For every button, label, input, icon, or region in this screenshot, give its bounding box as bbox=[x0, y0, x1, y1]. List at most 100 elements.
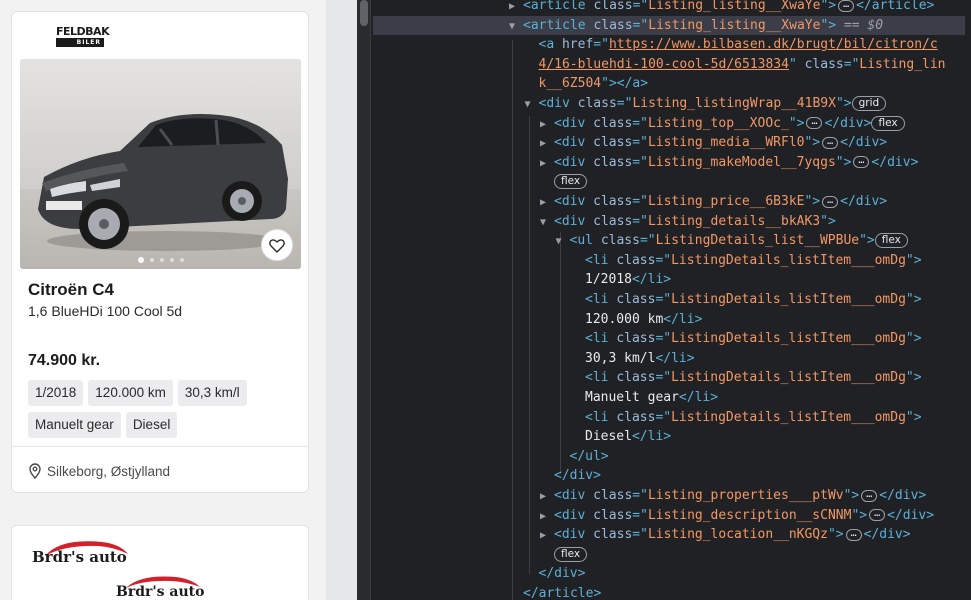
layout-badge[interactable]: flex bbox=[871, 115, 905, 131]
ellipsis-icon[interactable]: … bbox=[861, 489, 878, 502]
dom-node-line[interactable]: </article> bbox=[509, 584, 601, 600]
dom-node-line[interactable]: <li class="ListingDetails_listItem___omD… bbox=[571, 290, 922, 310]
ellipsis-icon[interactable]: … bbox=[869, 509, 886, 522]
code-token: class bbox=[593, 135, 633, 151]
dom-node-line[interactable]: <li class="ListingDetails_listItem___omD… bbox=[571, 368, 922, 388]
code-token: Listing_listingWrap__41B9X bbox=[632, 96, 836, 111]
expand-triangle-icon[interactable]: ▶ bbox=[540, 507, 554, 527]
dom-node-line[interactable]: </div> bbox=[540, 466, 601, 486]
carousel-dot[interactable] bbox=[137, 257, 144, 263]
carousel-dot[interactable] bbox=[179, 258, 184, 262]
car-make[interactable]: Citroën C4 bbox=[28, 280, 114, 300]
dom-node-line[interactable]: ▶ <div class="Listing_description__sCNNM"… bbox=[540, 506, 934, 526]
ellipsis-icon[interactable]: … bbox=[845, 528, 862, 541]
ellipsis-icon[interactable]: … bbox=[822, 195, 839, 208]
dom-node-line[interactable]: ▼ <div class="Listing_details__bkAK3"> bbox=[540, 212, 836, 232]
collapse-triangle-icon[interactable]: ▼ bbox=[525, 95, 539, 115]
code-token: "> bbox=[843, 488, 860, 503]
dom-node-line[interactable]: Manuelt gear</li> bbox=[571, 388, 718, 408]
layout-badge[interactable]: grid bbox=[851, 96, 887, 111]
listing-card-next[interactable]: Brdr's auto Brdr's auto bbox=[11, 525, 309, 600]
dom-node-line[interactable]: </div> bbox=[525, 564, 586, 584]
dom-node-line[interactable]: 30,3 km/l</li> bbox=[571, 349, 695, 369]
dom-node-line[interactable]: <li class="ListingDetails_listItem___omD… bbox=[571, 251, 922, 271]
code-token: =" bbox=[632, 507, 648, 523]
href-link[interactable]: https://www.bilbasen.dk/brugt/bil/citron… bbox=[609, 37, 938, 52]
favorite-button[interactable] bbox=[261, 229, 293, 261]
collapse-triangle-icon[interactable]: ▼ bbox=[540, 213, 554, 233]
code-token: =" bbox=[632, 213, 648, 229]
dom-node-line[interactable]: ▶ <div class="Listing_makeModel__7yqgs">…… bbox=[540, 153, 918, 173]
layout-badge[interactable]: flex bbox=[554, 546, 588, 562]
dealer-logo[interactable]: FELDBAK BILER bbox=[56, 26, 110, 50]
dom-node-line[interactable]: Diesel</li> bbox=[571, 427, 671, 447]
code-token: <article bbox=[523, 0, 594, 13]
code-token: 30,3 km/l bbox=[585, 350, 656, 366]
expand-triangle-icon[interactable]: ▶ bbox=[540, 193, 554, 213]
expand-triangle-icon[interactable]: ▶ bbox=[540, 154, 554, 174]
dom-node-line[interactable]: 4/16-bluehdi-100-cool-5d/6513834" class=… bbox=[525, 55, 946, 75]
code-token: <div bbox=[554, 488, 594, 503]
collapse-triangle-icon[interactable]: ▼ bbox=[556, 232, 570, 252]
layout-badge[interactable]: flex bbox=[554, 174, 588, 190]
devtools-scrollbar[interactable] bbox=[357, 0, 371, 600]
layout-badge[interactable]: flex bbox=[874, 233, 908, 249]
code-token: class bbox=[616, 252, 656, 268]
carousel-dot[interactable] bbox=[169, 258, 174, 262]
code-token: </div> bbox=[554, 468, 601, 484]
dom-node-line[interactable]: ▶ <div class="Listing_properties___ptWv">… bbox=[540, 486, 926, 506]
collapse-triangle-icon[interactable]: ▼ bbox=[509, 17, 523, 37]
car-photo[interactable] bbox=[20, 59, 301, 269]
ellipsis-icon[interactable]: … bbox=[822, 136, 839, 149]
expand-triangle-icon[interactable]: ▶ bbox=[540, 487, 554, 507]
devtools-elements-panel[interactable]: •• ▶<article class="Listing_listing__Xwa… bbox=[357, 0, 971, 600]
dom-node-line[interactable]: flex bbox=[540, 545, 588, 565]
code-token: </div> bbox=[840, 135, 888, 151]
code-token: =" bbox=[632, 115, 648, 131]
listing-card[interactable]: FELDBAK BILER Citroën C4 1,6 BlueHDi 100… bbox=[11, 11, 309, 493]
dom-node-line[interactable]: ▶ <article class="Listing_listing__XwaYe"… bbox=[509, 0, 934, 16]
code-token: <div bbox=[554, 115, 594, 131]
dom-node-line[interactable]: k__6Z504"></a> bbox=[525, 74, 649, 94]
code-token: "> bbox=[820, 17, 837, 33]
code-token: </div> bbox=[824, 115, 872, 131]
dom-node-line[interactable]: <a href="https://www.bilbasen.dk/brugt/b… bbox=[525, 35, 938, 55]
ellipsis-icon[interactable]: … bbox=[806, 117, 823, 130]
dom-node-line[interactable]: ▼ <ul class="ListingDetails_list__WPBUe">… bbox=[556, 231, 908, 251]
carousel-dot[interactable] bbox=[149, 258, 154, 262]
scrollbar-thumb[interactable] bbox=[360, 0, 368, 26]
dom-node-line[interactable]: flex bbox=[540, 172, 588, 192]
expand-triangle-icon[interactable]: ▶ bbox=[540, 134, 554, 154]
dom-node-line[interactable]: <li class="ListingDetails_listItem___omD… bbox=[571, 408, 922, 428]
code-token: <li bbox=[585, 252, 617, 268]
expand-triangle-icon[interactable]: ▶ bbox=[540, 115, 554, 135]
dom-node-line[interactable]: <li class="ListingDetails_listItem___omD… bbox=[571, 329, 922, 349]
dom-node-line[interactable]: ▶ <div class="Listing_media__WRFl0">… </di… bbox=[540, 133, 887, 153]
heart-icon bbox=[269, 238, 285, 253]
dom-node-line[interactable]: 120.000 km</li> bbox=[571, 310, 702, 330]
code-token: "> bbox=[820, 0, 837, 13]
code-token: <div bbox=[554, 213, 594, 229]
dom-node-line[interactable]: ▶ <div class="Listing_top__XOOc_">… </div>… bbox=[540, 114, 905, 134]
ellipsis-icon[interactable]: … bbox=[838, 0, 855, 12]
selected-node-marker: == $0 bbox=[836, 17, 884, 33]
dom-node-line[interactable]: ▼ <div class="Listing_listingWrap__41B9X"… bbox=[525, 94, 887, 114]
expand-triangle-icon[interactable]: ▶ bbox=[540, 526, 554, 546]
dom-node-selected[interactable]: ▼ <article class="Listing_listing__XwaYe"… bbox=[373, 15, 965, 37]
code-token: =" bbox=[632, 135, 648, 151]
dom-node-line[interactable]: </ul> bbox=[556, 447, 609, 467]
dom-node-line[interactable]: ▶ <div class="Listing_location__nKGQz">… <… bbox=[540, 525, 911, 545]
dom-node-line[interactable]: 1/2018</li> bbox=[571, 270, 671, 290]
dom-node-line[interactable]: ▶ <div class="Listing_price__6B3kE">… </di… bbox=[540, 192, 887, 212]
href-link[interactable]: 4/16-bluehdi-100-cool-5d/6513834 bbox=[539, 57, 789, 72]
carousel-dot[interactable] bbox=[159, 258, 164, 262]
code-token: "> bbox=[905, 409, 922, 425]
image-carousel-dots[interactable] bbox=[20, 257, 301, 263]
code-token: 120.000 km bbox=[585, 311, 664, 327]
expand-triangle-icon[interactable]: ▶ bbox=[509, 0, 523, 17]
code-token: Listing_listing__XwaYe bbox=[648, 17, 821, 33]
dealer-logo-line2: BILER bbox=[56, 38, 104, 47]
code-token: Listing_lin bbox=[859, 56, 946, 72]
card-divider bbox=[12, 446, 308, 447]
ellipsis-icon[interactable]: … bbox=[853, 156, 870, 169]
